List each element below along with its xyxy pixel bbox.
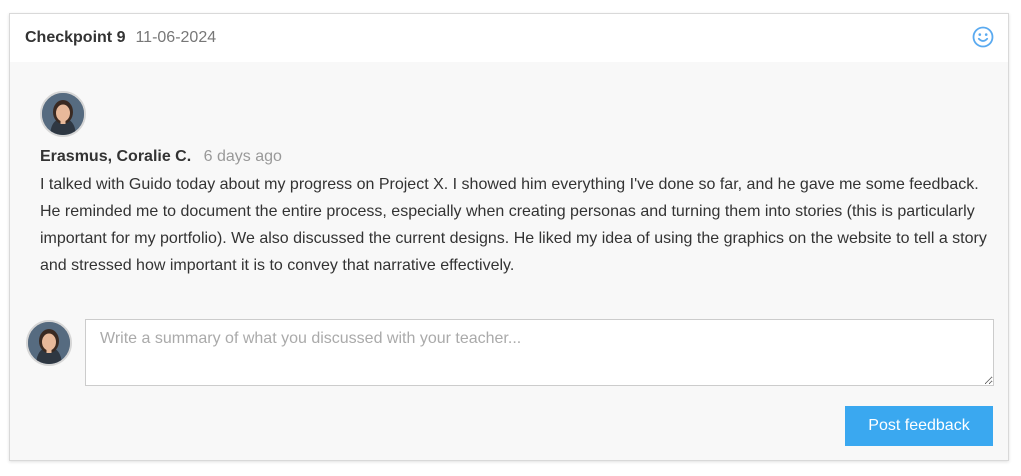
avatar: [40, 91, 86, 137]
comment: Erasmus, Coralie C. 6 days ago I talked …: [40, 91, 990, 279]
reply-avatar: [26, 320, 72, 366]
smiley-face-icon[interactable]: [972, 26, 994, 48]
summary-textarea[interactable]: [85, 319, 994, 386]
checkpoint-date: 11-06-2024: [135, 29, 217, 46]
comment-timestamp: 6 days ago: [203, 148, 282, 165]
comment-author: Erasmus, Coralie C.: [40, 148, 192, 165]
comment-body: I talked with Guido today about my progr…: [40, 176, 987, 274]
post-feedback-button[interactable]: Post feedback: [845, 406, 993, 446]
checkpoint-title: Checkpoint 9: [25, 29, 126, 46]
comment-meta: Erasmus, Coralie C. 6 days ago: [40, 147, 990, 167]
checkpoint-card: Checkpoint 9 11-06-2024 Erasmus, Coralie: [9, 13, 1009, 461]
card-header: Checkpoint 9 11-06-2024: [10, 14, 1008, 62]
